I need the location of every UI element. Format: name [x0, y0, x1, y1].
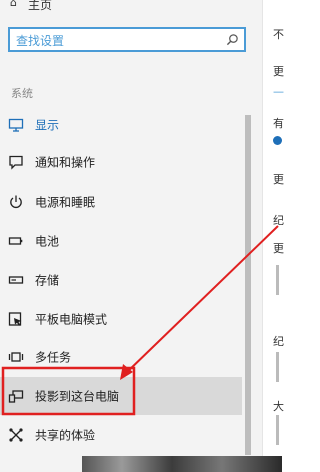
- content-fragment: 有: [273, 117, 284, 130]
- content-fragment: 纪: [273, 335, 284, 348]
- nav-item-tablet-mode[interactable]: 平板电脑模式: [0, 300, 240, 338]
- monitor-icon: [8, 118, 24, 132]
- nav-label: 存储: [35, 273, 60, 288]
- nav-item-shared-experiences[interactable]: 共享的体验: [0, 416, 240, 454]
- multitask-icon: [8, 352, 24, 362]
- content-fragment: 更: [273, 173, 284, 186]
- nav-label: 多任务: [35, 350, 72, 365]
- tablet-icon: [8, 312, 22, 326]
- shared-experience-icon: [9, 428, 23, 442]
- nav-label: 电源和睡眠: [35, 195, 96, 210]
- content-fragment: —: [273, 85, 284, 98]
- search-icon[interactable]: [226, 33, 239, 46]
- settings-content-pane-cut: 不 更 — 有 更 纪 更 纪 大: [262, 0, 284, 472]
- dropdown-edge[interactable]: [276, 415, 279, 445]
- settings-nav-pane: ⌂ 主页 查找设置 系统 显示 通知和操作 电源和睡眠 电池 存储 平板电脑模式…: [0, 0, 262, 472]
- nav-label: 投影到这台电脑: [35, 389, 120, 404]
- storage-icon: [8, 276, 24, 284]
- home-label: 主页: [28, 0, 53, 12]
- nav-label: 共享的体验: [35, 428, 96, 443]
- taskbar-strip: [82, 456, 282, 472]
- battery-icon: [8, 237, 23, 245]
- search-placeholder: 查找设置: [16, 34, 65, 48]
- content-fragment: 纪: [273, 214, 284, 227]
- nav-item-multitasking[interactable]: 多任务: [0, 338, 240, 376]
- home-item[interactable]: ⌂ 主页: [10, 0, 53, 13]
- nav-label: 通知和操作: [35, 155, 96, 170]
- scrollbar[interactable]: [245, 115, 251, 455]
- dropdown-edge[interactable]: [276, 352, 279, 382]
- nav-item-storage[interactable]: 存储: [0, 261, 240, 299]
- toggle-indicator[interactable]: [273, 136, 282, 145]
- section-label-system: 系统: [11, 87, 33, 100]
- nav-label: 电池: [35, 234, 60, 249]
- nav-item-notifications[interactable]: 通知和操作: [0, 143, 240, 181]
- nav-label: 显示: [35, 118, 60, 133]
- search-input[interactable]: 查找设置: [8, 27, 246, 52]
- project-icon: [8, 390, 24, 403]
- content-fragment: 不: [273, 28, 284, 41]
- dropdown-edge[interactable]: [276, 265, 279, 295]
- content-fragment: 更: [273, 242, 284, 255]
- chat-bubble-icon: [9, 155, 23, 170]
- nav-item-power-sleep[interactable]: 电源和睡眠: [0, 183, 240, 221]
- content-fragment: 大: [273, 400, 284, 413]
- power-icon: [10, 195, 22, 209]
- home-icon: ⌂: [10, 0, 17, 9]
- nav-item-battery[interactable]: 电池: [0, 222, 240, 260]
- nav-item-project-to-this-pc[interactable]: 投影到这台电脑: [0, 377, 242, 415]
- content-fragment: 更: [273, 65, 284, 78]
- nav-label: 平板电脑模式: [35, 312, 108, 327]
- nav-item-display[interactable]: 显示: [0, 106, 240, 144]
